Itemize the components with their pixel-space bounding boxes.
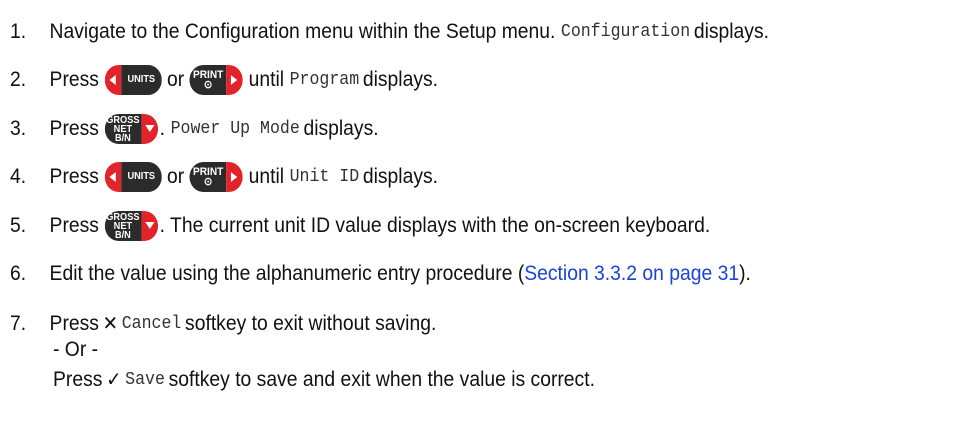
until-text: until [248, 68, 285, 91]
step-2: 2. Press UNITS or PRINT ⊙ until Program … [10, 65, 889, 95]
step-text-end: softkey to save and exit when the value … [168, 368, 595, 391]
step-text: Press [53, 368, 103, 391]
right-arrow-icon [226, 65, 244, 95]
step-number: 7. [10, 312, 27, 335]
step-number: 6. [10, 262, 27, 285]
step-text-end: displays. [303, 117, 379, 140]
units-key: UNITS [104, 65, 162, 95]
step-text: Edit the value using the alphanumeric en… [49, 262, 525, 285]
step-text: Press [49, 68, 99, 91]
left-arrow-icon [104, 65, 122, 95]
or-text: or [167, 68, 185, 91]
softkey-cancel-label: Cancel [121, 314, 182, 334]
display-code: Power Up Mode [170, 119, 300, 139]
step-text-end: . The current unit ID value displays wit… [159, 214, 711, 237]
step-text: Press [49, 312, 99, 335]
units-key: UNITS [104, 162, 162, 192]
step-7: 7. Press ✕ Cancel softkey to exit withou… [10, 310, 889, 338]
instruction-list: 1. Navigate to the Configuration menu wi… [0, 0, 969, 429]
x-icon: ✕ [102, 313, 119, 335]
step-7-alternative: Press ✓ Save softkey to save and exit wh… [53, 366, 595, 394]
step-text-end: displays. [362, 165, 439, 188]
down-arrow-icon [141, 114, 158, 144]
display-code: Configuration [560, 22, 691, 42]
step-number: 4. [10, 165, 27, 188]
step-text-end: displays. [362, 68, 439, 91]
step-text-end: ). [739, 262, 751, 285]
gross-net-key: GROSS NET B/N [104, 114, 158, 144]
gross-net-key-label: GROSS NET B/N [104, 114, 142, 144]
step-3: 3. Press GROSS NET B/N . Power Up Mode d… [10, 114, 379, 144]
step-text-end: softkey to exit without saving. [185, 312, 437, 335]
print-key: PRINT ⊙ [189, 65, 244, 95]
print-key: PRINT ⊙ [189, 162, 244, 192]
down-arrow-icon [141, 211, 158, 241]
step-text: Press [49, 214, 99, 237]
step-6: 6. Edit the value using the alphanumeric… [10, 260, 889, 288]
step-number: 3. [10, 117, 27, 140]
gross-net-key-label: GROSS NET B/N [104, 211, 142, 241]
step-text: Press [49, 165, 99, 188]
step-number: 5. [10, 214, 27, 237]
display-code: Program [289, 70, 360, 90]
step-text: Press [49, 117, 99, 140]
until-text: until [248, 165, 285, 188]
right-arrow-icon [226, 162, 244, 192]
softkey-save-label: Save [125, 370, 165, 390]
step-4: 4. Press UNITS or PRINT ⊙ until Unit ID … [10, 162, 889, 192]
units-key-label: UNITS [121, 65, 162, 95]
bn-text: B/N [114, 229, 131, 241]
bn-text: B/N [114, 132, 131, 144]
print-key-label: PRINT ⊙ [189, 65, 227, 95]
display-code: Unit ID [289, 167, 360, 187]
section-link[interactable]: Section 3.3.2 on page 31 [524, 260, 739, 288]
step-number: 1. [10, 20, 27, 43]
step-number: 2. [10, 68, 27, 91]
units-key-label: UNITS [121, 162, 162, 192]
print-key-bottom: ⊙ [203, 79, 213, 91]
step-text: Navigate to the Configuration menu withi… [49, 20, 556, 43]
check-icon: ✓ [106, 369, 122, 391]
left-arrow-icon [104, 162, 122, 192]
print-key-bottom: ⊙ [203, 176, 213, 188]
step-text-end: displays. [693, 20, 769, 43]
gross-net-key: GROSS NET B/N [104, 211, 158, 241]
or-separator: - Or - [53, 338, 99, 361]
or-text: or [167, 165, 185, 188]
print-key-label: PRINT ⊙ [189, 162, 227, 192]
step-1: 1. Navigate to the Configuration menu wi… [10, 18, 889, 46]
step-5: 5. Press GROSS NET B/N . The current uni… [10, 211, 889, 241]
